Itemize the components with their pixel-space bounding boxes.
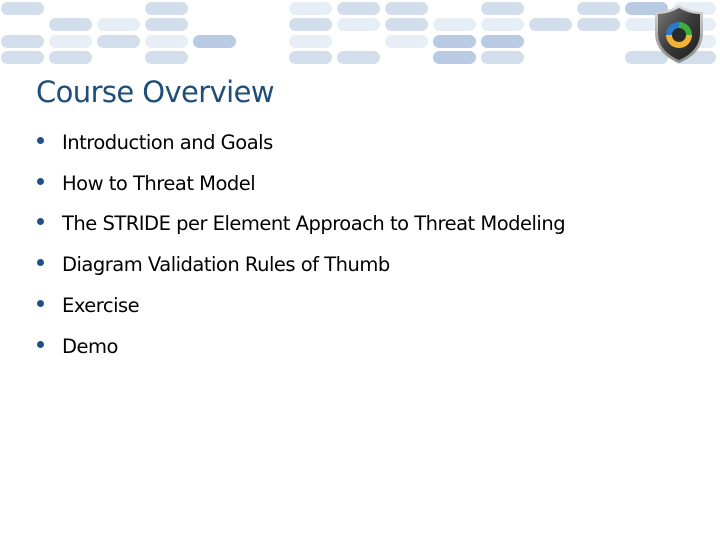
bullet-icon: [37, 300, 44, 308]
banner-pill: [481, 2, 524, 15]
banner-pill: [145, 18, 188, 31]
bullet-icon: [37, 259, 44, 267]
banner-pill: [1, 35, 44, 48]
banner-pill: [385, 18, 428, 31]
list-item-text: The STRIDE per Element Approach to Threa…: [62, 212, 566, 236]
banner-pill: [577, 18, 620, 31]
list-item-text: How to Threat Model: [62, 171, 256, 195]
banner-pill: [337, 51, 380, 64]
banner-pill: [577, 2, 620, 15]
banner-pill: [289, 18, 332, 31]
banner-pill: [337, 18, 380, 31]
list-item-text: Introduction and Goals: [62, 130, 273, 154]
banner-pill: [1, 2, 44, 15]
banner-pill: [433, 35, 476, 48]
banner-pill: [481, 18, 524, 31]
banner-pill: [49, 18, 92, 31]
banner-pill: [97, 35, 140, 48]
banner-pill: [385, 2, 428, 15]
banner-pill: [529, 18, 572, 31]
list-item: How to Threat Model: [36, 163, 565, 204]
list-item: Exercise: [36, 285, 565, 326]
shield-logo-icon: [652, 3, 706, 65]
list-item: Diagram Validation Rules of Thumb: [36, 244, 565, 285]
banner-pill: [289, 51, 332, 64]
list-item-text: Diagram Validation Rules of Thumb: [62, 253, 390, 277]
list-item: Demo: [36, 326, 565, 367]
bullet-icon: [37, 136, 44, 144]
banner-pill: [49, 51, 92, 64]
bullet-icon: [37, 218, 44, 226]
banner-pill: [289, 2, 332, 15]
list-item: The STRIDE per Element Approach to Threa…: [36, 204, 566, 245]
banner-pill: [337, 2, 380, 15]
banner-pill: [433, 51, 476, 64]
banner-pill: [145, 35, 188, 48]
banner-pill: [385, 35, 428, 48]
banner-pill: [145, 2, 188, 15]
decorative-header-banner: [0, 0, 720, 70]
banner-pill: [97, 18, 140, 31]
banner-pill: [145, 51, 188, 64]
banner-pill-pattern: [1, 2, 716, 64]
bullet-icon: [37, 340, 44, 348]
list-item-text: Exercise: [62, 294, 140, 318]
list-item: Introduction and Goals: [36, 122, 565, 163]
slide-title: Course Overview: [36, 75, 275, 109]
banner-pill: [481, 51, 524, 64]
bullet-icon: [37, 177, 44, 185]
banner-pill: [289, 35, 332, 48]
banner-pill: [433, 18, 476, 31]
banner-pill: [49, 35, 92, 48]
banner-pill: [1, 51, 44, 64]
banner-pill: [481, 35, 524, 48]
list-item-text: Demo: [62, 334, 118, 358]
banner-pill: [193, 35, 236, 48]
course-topics-list: Introduction and Goals How to Threat Mod…: [36, 122, 566, 367]
